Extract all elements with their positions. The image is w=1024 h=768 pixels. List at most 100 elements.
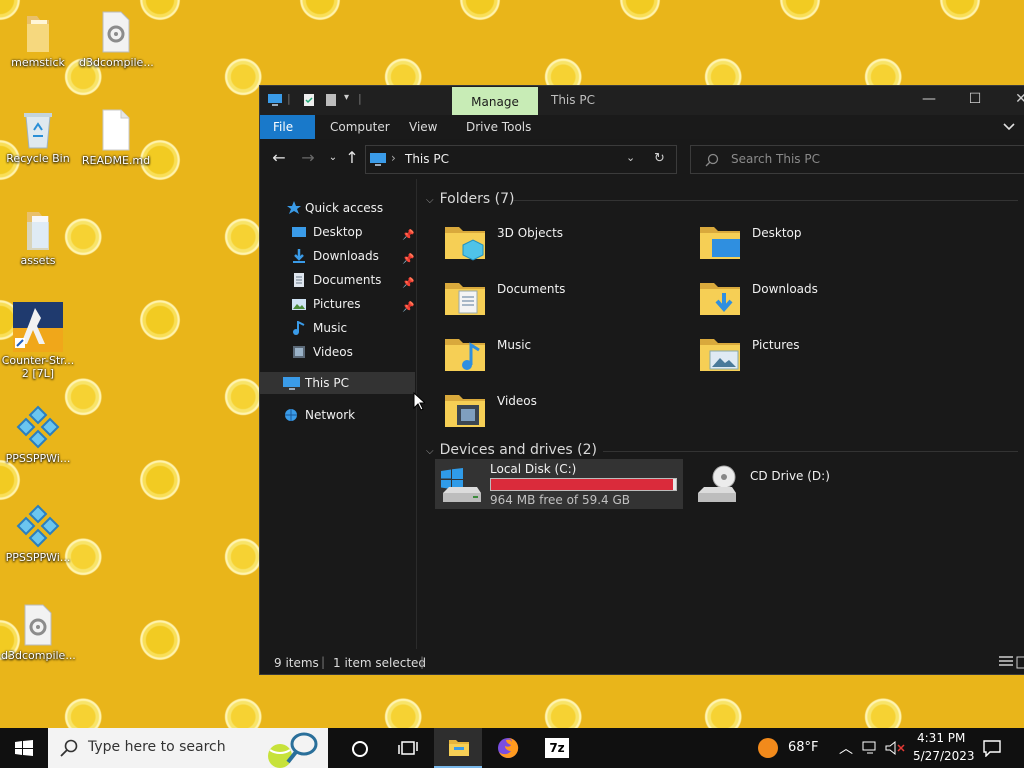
tab-drive-tools[interactable]: Drive Tools — [453, 115, 544, 139]
folder-tile-3d-objects[interactable]: 3D Objects — [443, 219, 683, 269]
collapse-chevron-icon[interactable]: ⌵ — [426, 446, 434, 457]
properties-icon[interactable] — [301, 92, 317, 108]
desktop-icon-ppsspp-2[interactable]: PPSSPPWi... — [1, 503, 75, 564]
drive-usage-bar — [490, 478, 677, 491]
separator-icon: | — [420, 655, 425, 669]
navigation-pane: Quick access Desktop 📌 Downloads 📌 Docum… — [260, 179, 417, 649]
notification-center-icon[interactable] — [983, 739, 1001, 757]
nav-quick-access[interactable]: Quick access — [287, 197, 383, 219]
show-hidden-icons-chevron-icon[interactable]: ︿ — [839, 738, 853, 758]
music-note-icon — [293, 321, 305, 335]
separator-icon: | — [321, 655, 326, 669]
desktop-icon-recycle-bin[interactable]: Recycle Bin — [1, 108, 75, 165]
clock-time[interactable]: 4:31 PM — [917, 731, 965, 745]
back-arrow-icon[interactable]: ← — [269, 149, 289, 169]
tab-file[interactable]: File — [260, 115, 315, 139]
7zip-icon[interactable]: 7z — [545, 738, 569, 758]
large-icons-view-icon[interactable] — [1016, 656, 1024, 669]
forward-arrow-icon[interactable]: → — [298, 149, 318, 169]
search-box[interactable]: Search This PC — [690, 145, 1024, 174]
folder-tile-pictures[interactable]: Pictures — [698, 331, 938, 381]
refresh-icon[interactable]: ↻ — [654, 151, 665, 166]
drive-free-space: 964 MB free of 59.4 GB — [490, 493, 631, 507]
pictures-icon — [292, 299, 306, 310]
close-button[interactable]: ✕ — [998, 86, 1024, 115]
folder-tile-documents[interactable]: Documents — [443, 275, 683, 325]
task-view-icon[interactable] — [398, 739, 418, 757]
desktop-icon-readme[interactable]: README.md — [79, 108, 153, 167]
folder-tile-downloads[interactable]: Downloads — [698, 275, 938, 325]
search-icon — [705, 153, 719, 167]
windows-start-icon[interactable] — [15, 740, 33, 756]
tab-view[interactable]: View — [396, 115, 450, 139]
nav-desktop[interactable]: Desktop 📌 — [292, 221, 414, 243]
navigation-bar: ← → ⌄ ↑ › This PC ⌄ ↻ Search This PC — [260, 139, 1024, 179]
firefox-icon[interactable] — [497, 737, 519, 759]
nav-videos[interactable]: Videos — [292, 341, 353, 363]
settings-file-icon — [102, 11, 130, 53]
content-pane: ⌵ Folders (7) 3D Objects Desktop Document… — [418, 179, 1024, 649]
folder-tile-videos[interactable]: Videos — [443, 387, 683, 437]
weather-temperature[interactable]: 68°F — [788, 740, 819, 755]
folder-icon — [27, 16, 49, 52]
desktop-icon-assets[interactable]: assets — [1, 208, 75, 267]
drive-tile-c[interactable]: Local Disk (C:) 964 MB free of 59.4 GB — [435, 459, 683, 509]
minimize-button[interactable]: — — [906, 86, 952, 115]
breadcrumb-this-pc[interactable]: This PC — [405, 152, 449, 166]
folder-tile-music[interactable]: Music — [443, 331, 683, 381]
tab-computer[interactable]: Computer — [317, 115, 403, 139]
drive-name: Local Disk (C:) — [490, 462, 577, 476]
desktop-icon-memstick[interactable]: memstick — [1, 10, 75, 69]
desktop-icon-d3dcompiler-2[interactable]: d3dcompile... — [1, 603, 76, 662]
drive-tile-d[interactable]: CD Drive (D:) — [690, 459, 938, 509]
document-icon — [294, 273, 304, 287]
status-bar: 9 items | 1 item selected | — [260, 649, 1024, 675]
nav-downloads[interactable]: Downloads 📌 — [292, 245, 414, 267]
desktop-icon-ppsspp-1[interactable]: PPSSPPWi... — [1, 404, 75, 465]
network-status-icon[interactable] — [862, 741, 880, 755]
ppsspp-icon — [16, 504, 60, 548]
divider — [513, 200, 1018, 201]
new-folder-icon[interactable] — [323, 92, 339, 108]
counter-strike-icon — [13, 302, 63, 352]
weather-sun-icon[interactable] — [757, 737, 779, 759]
expand-ribbon-icon[interactable] — [1003, 122, 1015, 132]
taskbar-file-explorer[interactable] — [434, 728, 482, 768]
network-icon — [285, 409, 297, 421]
desktop-icon-counter-strike[interactable]: Counter-Str... 2 [7L] — [1, 302, 75, 380]
collapse-chevron-icon[interactable]: ⌵ — [426, 195, 434, 206]
taskbar-search-box[interactable]: Type here to search — [48, 728, 328, 768]
address-bar[interactable]: › This PC ⌄ ↻ — [365, 145, 677, 174]
desktop-icon-d3dcompiler-1[interactable]: d3dcompile... — [79, 10, 154, 69]
nav-pictures[interactable]: Pictures 📌 — [292, 293, 414, 315]
music-folder-icon — [445, 339, 485, 371]
this-pc-icon — [283, 377, 300, 390]
star-icon — [287, 201, 301, 214]
clock-date[interactable]: 5/27/2023 — [913, 749, 975, 763]
recent-locations-icon[interactable]: ⌄ — [323, 149, 343, 169]
downloads-folder-icon — [700, 283, 740, 315]
address-dropdown-icon[interactable]: ⌄ — [626, 151, 635, 164]
cortana-icon[interactable] — [351, 740, 369, 758]
ribbon-tabs: File Computer View Drive Tools — [260, 115, 1024, 139]
up-arrow-icon[interactable]: ↑ — [342, 149, 362, 169]
download-arrow-icon — [293, 249, 305, 263]
drives-group-header[interactable]: ⌵ Devices and drives (2) — [426, 442, 597, 458]
nav-network[interactable]: Network — [283, 404, 355, 426]
pictures-folder-icon — [700, 339, 740, 371]
file-explorer-icon — [449, 740, 469, 756]
pin-icon: 📌 — [402, 230, 415, 241]
details-view-icon[interactable] — [999, 656, 1013, 669]
search-placeholder: Search This PC — [731, 152, 820, 166]
nav-documents[interactable]: Documents 📌 — [292, 269, 414, 291]
nav-this-pc[interactable]: This PC — [283, 372, 349, 394]
folders-group-header[interactable]: ⌵ Folders (7) — [426, 191, 514, 207]
folder-tile-desktop[interactable]: Desktop — [698, 219, 938, 269]
file-icon — [102, 109, 130, 151]
maximize-button[interactable]: ☐ — [952, 86, 998, 115]
nav-music[interactable]: Music — [292, 317, 347, 339]
search-icon — [60, 739, 78, 757]
volume-muted-icon[interactable] — [885, 741, 905, 755]
cd-drive-icon — [698, 465, 736, 502]
tab-manage[interactable]: Manage — [452, 87, 538, 115]
